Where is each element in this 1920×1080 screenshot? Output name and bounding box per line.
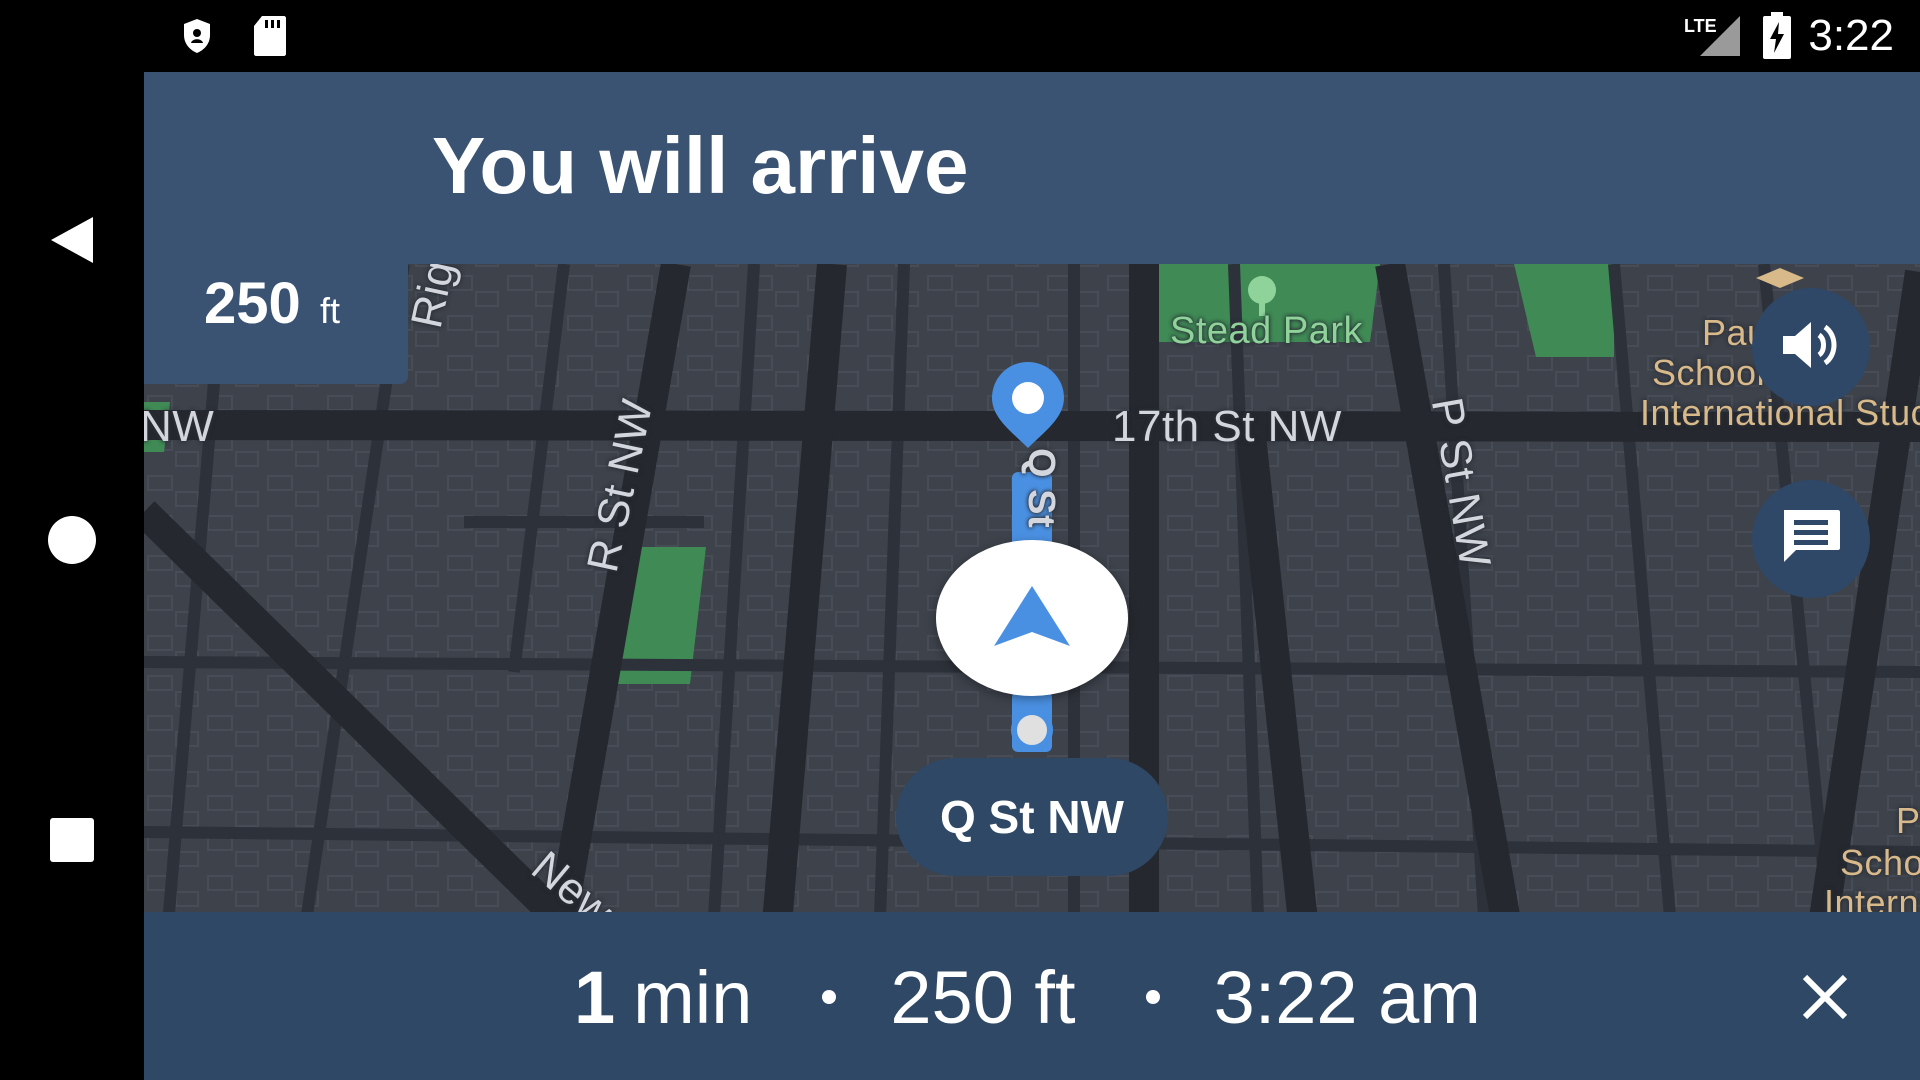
network-label: LTE: [1684, 16, 1717, 36]
instruction-banner: You will arrive: [144, 72, 1920, 264]
shield-icon: [182, 18, 212, 59]
lte-signal-icon: LTE: [1684, 12, 1742, 63]
battery-charging-icon: [1762, 12, 1792, 65]
close-navigation-button[interactable]: [1790, 964, 1860, 1034]
trip-summary-bar: 1 min 250 ft 3:22 am: [144, 912, 1920, 1080]
eta-minutes-value: 1: [574, 955, 616, 1039]
distance-unit: ft: [320, 290, 341, 331]
separator-dot: [1145, 990, 1160, 1004]
eta-minutes-unit: min: [633, 955, 753, 1039]
remaining-distance: 250 ft: [890, 955, 1076, 1039]
arrival-time: 3:22 am: [1213, 955, 1481, 1039]
recents-button[interactable]: [0, 772, 144, 912]
school-label-line3: International Stuc: [1640, 392, 1920, 433]
trip-info: 1 min 250 ft 3:22 am: [574, 952, 1481, 1042]
back-button[interactable]: [0, 172, 144, 312]
current-location-marker[interactable]: [936, 540, 1128, 696]
volume-icon: [1781, 319, 1841, 376]
street-label-q-st-vertical: Q St: [1020, 448, 1062, 529]
navigation-arrow-icon: [992, 584, 1072, 653]
status-bar: LTE 3:22: [0, 0, 1920, 72]
sd-card-icon: [252, 14, 288, 63]
sound-button[interactable]: [1752, 288, 1870, 406]
status-time: 3:22: [1808, 11, 1894, 60]
separator-dot: [822, 990, 837, 1004]
back-icon: [49, 215, 95, 270]
current-street-label: Q St NW: [896, 758, 1168, 876]
recents-icon: [49, 817, 95, 868]
banner-title: You will arrive: [432, 121, 969, 210]
close-icon: [1802, 974, 1848, 1025]
street-label-17th: 17th St NW: [1112, 402, 1342, 451]
park-label: Stead Park: [1170, 310, 1363, 352]
street-label-nw: NW: [144, 402, 215, 451]
message-icon: [1780, 508, 1842, 571]
distance-value: 250: [204, 271, 301, 336]
messages-button[interactable]: [1752, 480, 1870, 598]
home-button[interactable]: [0, 472, 144, 612]
navigation-bar: [0, 72, 144, 1080]
route-start-marker: [1011, 709, 1053, 751]
home-icon: [47, 515, 97, 570]
school2-label-line2: Scho: [1840, 842, 1920, 883]
next-turn-distance: 250 ft: [144, 264, 408, 384]
school2-label-line1: P: [1896, 800, 1920, 841]
